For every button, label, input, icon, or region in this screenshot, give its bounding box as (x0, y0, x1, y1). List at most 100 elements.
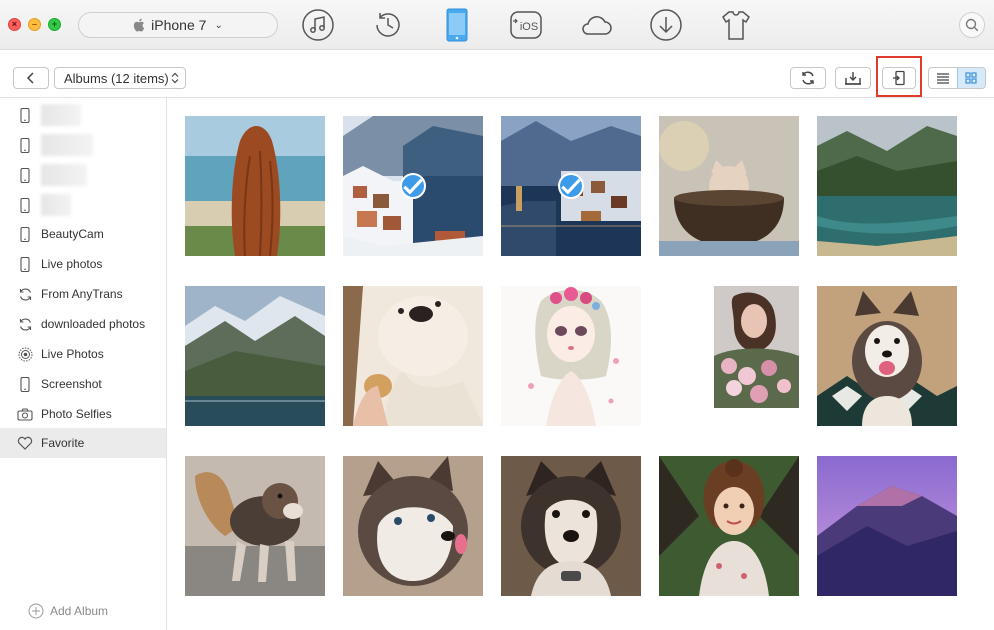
highlight-box (876, 56, 922, 97)
history-icon (376, 13, 400, 37)
grid-view-button[interactable] (956, 68, 985, 88)
photo-thumbnail[interactable] (659, 286, 799, 426)
sidebar-item-favorite[interactable]: Favorite (0, 428, 166, 458)
updown-chevron-icon (171, 72, 179, 84)
phone-icon (20, 107, 30, 123)
photo-thumbnail[interactable] (185, 286, 325, 426)
live-photo-icon (18, 347, 32, 361)
husky-puppy-walking-image (185, 456, 325, 596)
to-ios-nav-button[interactable]: iOS (508, 7, 544, 43)
sidebar-item-beautycam[interactable]: BeautyCam (0, 219, 166, 249)
photo-thumbnail[interactable] (659, 456, 799, 596)
photo-thumbnail[interactable] (343, 116, 483, 256)
photo-grid (168, 98, 994, 630)
sidebar-item-label: Photo Selfies (41, 407, 112, 421)
album-selector-label: Albums (12 items) (64, 70, 169, 86)
phone-icon (20, 376, 30, 392)
sidebar-item-from-anytrans[interactable]: From AnyTrans (0, 279, 166, 309)
export-to-computer-button[interactable] (835, 67, 871, 89)
device-selector[interactable]: iPhone 7 ⌄ (78, 12, 278, 38)
photo-thumbnail[interactable] (817, 456, 957, 596)
woman-with-flowers-image (659, 286, 799, 426)
refresh-button[interactable] (790, 67, 826, 89)
sidebar-item-label: Live photos (41, 257, 103, 271)
mountain-lake-image (817, 116, 957, 256)
photo-thumbnail[interactable] (343, 286, 483, 426)
back-button[interactable] (13, 67, 49, 89)
sidebar-item-screenshot[interactable]: Screenshot (0, 369, 166, 399)
photo-thumbnail[interactable] (185, 456, 325, 596)
phone-icon (20, 256, 30, 272)
redacted-label (41, 104, 81, 126)
maximize-window-button[interactable]: + (48, 18, 61, 31)
redacted-label (41, 134, 93, 156)
photo-thumbnail[interactable] (817, 116, 957, 256)
chevron-left-icon (26, 72, 34, 84)
heart-icon (17, 436, 33, 450)
sidebar-item-label: BeautyCam (41, 227, 104, 241)
chevron-down-icon: ⌄ (214, 19, 223, 31)
phone-icon (20, 197, 30, 213)
sidebar-item-live-photos-album[interactable]: Live Photos (0, 339, 166, 369)
photo-thumbnail[interactable] (817, 286, 957, 426)
selected-check-icon (400, 173, 426, 199)
grid-icon (965, 72, 978, 84)
view-mode-toggle (928, 67, 986, 89)
sidebar-item-photo-selfies[interactable]: Photo Selfies (0, 399, 166, 429)
minimize-window-button[interactable]: – (28, 18, 41, 31)
to-ios-icon: iOS (510, 11, 542, 39)
flower-girl-illustration-image (501, 286, 641, 426)
phone-icon (20, 137, 30, 153)
sidebar-item-redacted[interactable] (0, 100, 166, 130)
title-bar: × – + iPhone 7 ⌄ iOS (0, 0, 994, 50)
photo-thumbnail[interactable] (343, 456, 483, 596)
toolkit-nav-button[interactable] (718, 7, 754, 43)
sidebar-item-live-photos[interactable]: Live photos (0, 249, 166, 279)
photo-thumbnail[interactable] (501, 116, 641, 256)
sync-icon (19, 288, 31, 300)
device-name: iPhone 7 (151, 17, 207, 33)
list-view-button[interactable] (929, 68, 957, 88)
photo-thumbnail[interactable] (659, 116, 799, 256)
add-album-button[interactable]: Add Album (28, 603, 108, 619)
sync-icon (19, 318, 31, 330)
sidebar-item-label: Live Photos (41, 347, 104, 361)
phone-icon (20, 167, 30, 183)
download-icon (650, 9, 682, 41)
redacted-label (41, 164, 87, 186)
download-nav-button[interactable] (648, 7, 684, 43)
selected-check-icon (558, 173, 584, 199)
plus-circle-icon (28, 603, 44, 619)
sidebar-item-redacted[interactable] (0, 190, 166, 220)
to-ios-label: iOS (520, 21, 538, 33)
cloud-nav-button[interactable] (578, 7, 614, 43)
music-nav-button[interactable] (300, 7, 336, 43)
export-to-computer-icon (845, 72, 861, 85)
girl-portrait-image (659, 456, 799, 596)
history-nav-button[interactable] (370, 7, 406, 43)
add-album-label: Add Album (50, 604, 109, 618)
refresh-icon (802, 71, 814, 85)
sidebar-item-redacted[interactable] (0, 160, 166, 190)
album-selector[interactable]: Albums (12 items) (54, 67, 186, 89)
phone-icon (20, 226, 30, 242)
photo-thumbnail[interactable] (501, 456, 641, 596)
sidebar-item-downloaded-photos[interactable]: downloaded photos (0, 309, 166, 339)
close-window-button[interactable]: × (8, 18, 21, 31)
sidebar-item-label: downloaded photos (41, 317, 146, 331)
woman-at-beach-image (185, 116, 325, 256)
device-nav-button[interactable] (439, 7, 475, 43)
search-button[interactable] (959, 12, 985, 38)
camera-icon (17, 407, 33, 421)
puppy-face-image (501, 456, 641, 596)
photo-thumbnail[interactable] (185, 116, 325, 256)
white-dog-eating-image (343, 286, 483, 426)
sidebar-item-redacted[interactable] (0, 130, 166, 160)
apple-icon (133, 18, 145, 32)
sidebar-item-label: Favorite (41, 436, 85, 450)
music-icon (302, 9, 334, 41)
husky-puppy-smiling-image (817, 286, 957, 426)
shirt-icon (722, 11, 750, 40)
photo-thumbnail[interactable] (501, 286, 641, 426)
cloud-icon (582, 16, 612, 35)
